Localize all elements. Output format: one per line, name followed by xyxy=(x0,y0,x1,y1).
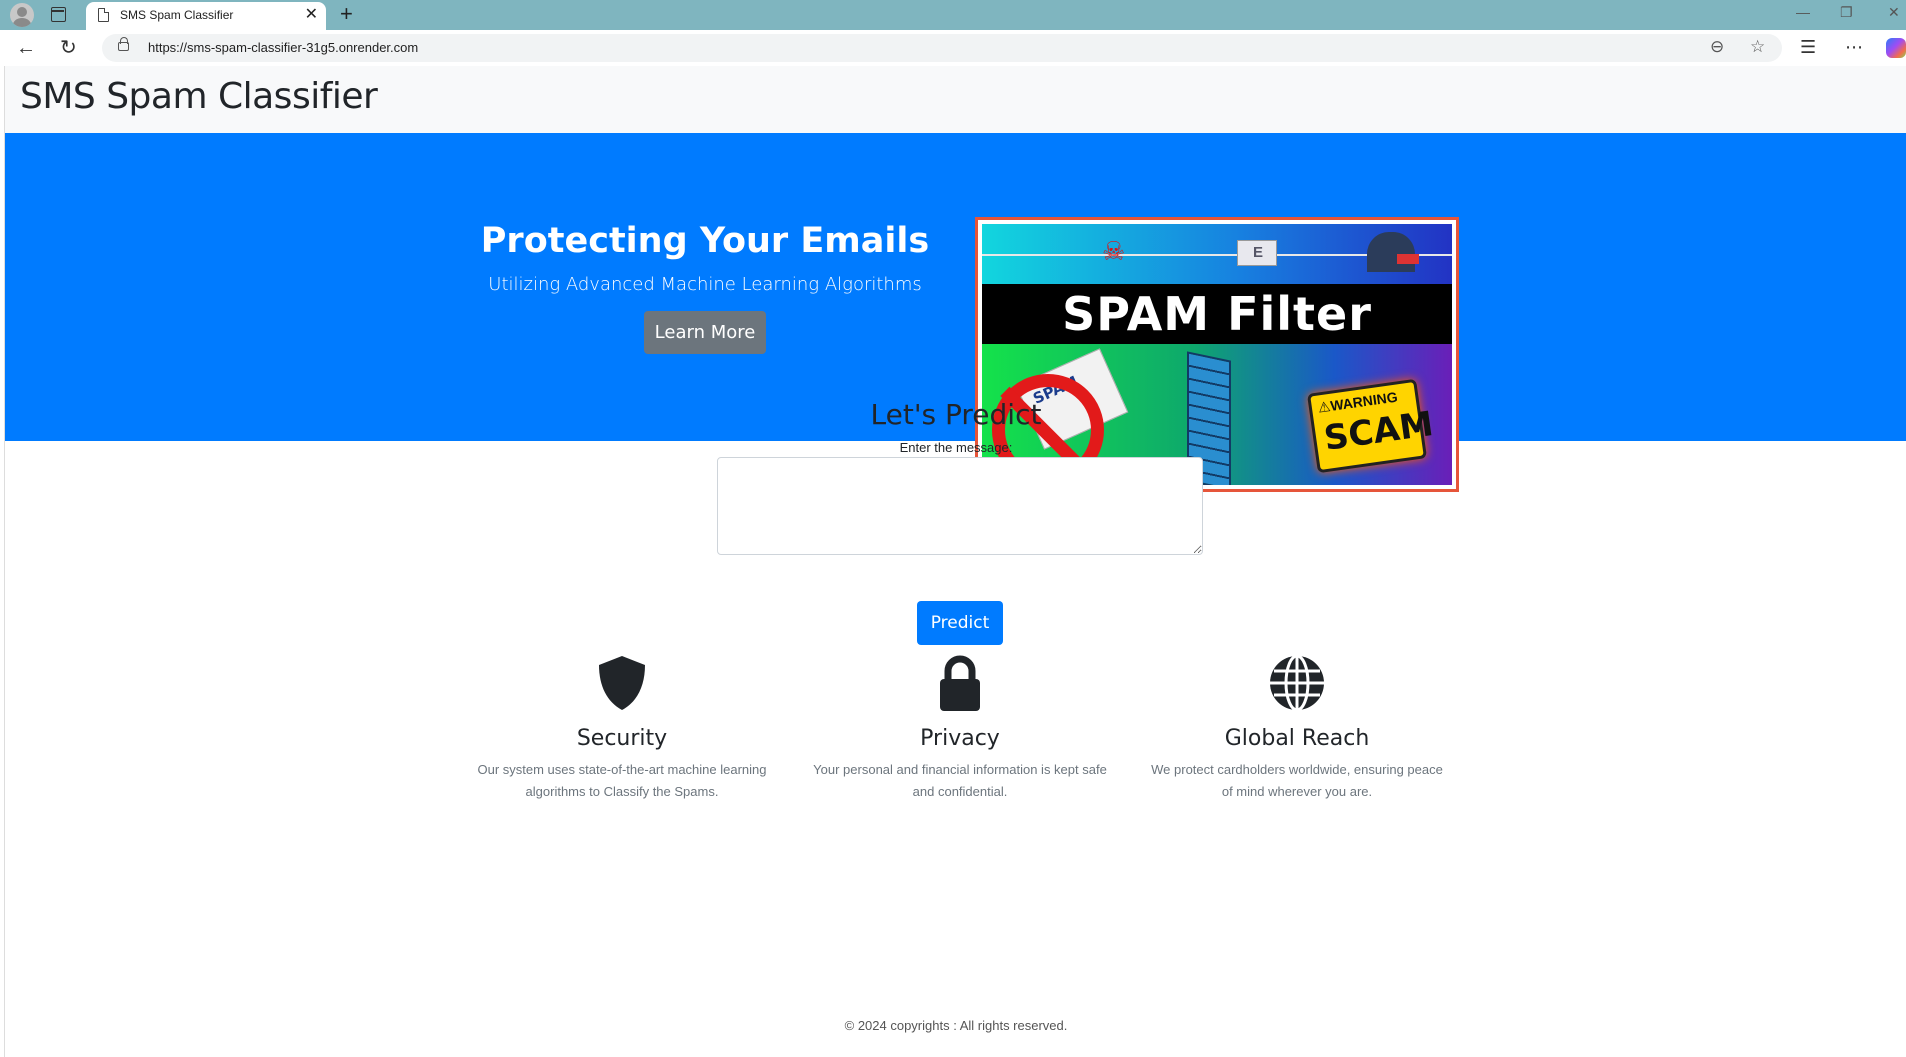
shield-icon xyxy=(593,654,651,712)
copilot-icon[interactable] xyxy=(1886,38,1906,58)
feature-description: We protect cardholders worldwide, ensuri… xyxy=(1151,762,1443,799)
lock-icon xyxy=(931,654,989,712)
tab-title: SMS Spam Classifier xyxy=(120,8,234,22)
image-banner-text: SPAM Filter xyxy=(1062,287,1372,341)
image-banner: SPAM Filter xyxy=(982,284,1452,344)
web-page: SMS Spam Classifier Protecting Your Emai… xyxy=(4,66,1906,1057)
message-label: Enter the message: xyxy=(899,440,1013,455)
favorite-star-icon[interactable]: ☆ xyxy=(1750,37,1765,57)
address-bar[interactable]: https://sms-spam-classifier-31g5.onrende… xyxy=(102,34,1782,62)
skull-icon: ☠ xyxy=(1102,236,1126,266)
feature-title: Global Reach xyxy=(1224,726,1370,751)
envelope-icon xyxy=(1237,240,1277,266)
hero-title: Protecting Your Emails xyxy=(480,221,930,261)
restore-icon[interactable]: ❐ xyxy=(1840,4,1853,21)
browser-tab-active[interactable]: SMS Spam Classifier ✕ xyxy=(86,2,326,30)
zoom-out-icon[interactable]: ⊖ xyxy=(1710,37,1724,57)
page-icon xyxy=(98,8,109,22)
tab-close-icon[interactable]: ✕ xyxy=(305,5,318,25)
favorites-list-icon[interactable]: ☰ xyxy=(1800,37,1816,58)
more-menu-icon[interactable]: ⋯ xyxy=(1845,37,1863,58)
workspaces-icon[interactable] xyxy=(51,7,66,22)
feature-privacy: Privacy Your personal and financial info… xyxy=(810,654,1110,803)
browser-toolbar: ← ↻ https://sms-spam-classifier-31g5.onr… xyxy=(0,30,1906,66)
hero-subtitle: Utilizing Advanced Machine Learning Algo… xyxy=(488,274,922,295)
globe-icon xyxy=(1268,654,1326,712)
footer-copyright: © 2024 copyrights : All rights reserved. xyxy=(844,1018,1068,1033)
navbar: SMS Spam Classifier xyxy=(5,66,1906,133)
feature-global-reach: Global Reach We protect cardholders worl… xyxy=(1147,654,1447,803)
mailbox-icon xyxy=(1367,232,1419,272)
feature-description: Our system uses state-of-the-art machine… xyxy=(477,762,767,799)
refresh-icon[interactable]: ↻ xyxy=(60,37,77,59)
message-textarea[interactable] xyxy=(717,457,1203,555)
brand-title[interactable]: SMS Spam Classifier xyxy=(20,76,378,117)
back-icon[interactable]: ← xyxy=(16,37,36,59)
predict-button[interactable]: Predict xyxy=(917,601,1003,645)
url-text[interactable]: https://sms-spam-classifier-31g5.onrende… xyxy=(148,40,418,55)
predict-heading: Let's Predict xyxy=(870,398,1042,431)
feature-title: Privacy xyxy=(920,726,1000,751)
window-close-icon[interactable]: ✕ xyxy=(1888,4,1900,21)
feature-description: Your personal and financial information … xyxy=(813,762,1107,799)
profile-avatar-icon[interactable] xyxy=(10,3,34,27)
browser-tab-strip: SMS Spam Classifier ✕ + — ❐ ✕ xyxy=(0,0,1906,30)
minimize-icon[interactable]: — xyxy=(1796,4,1810,20)
new-tab-icon[interactable]: + xyxy=(340,1,353,27)
hero-section: Protecting Your Emails Utilizing Advance… xyxy=(5,133,1906,492)
learn-more-button[interactable]: Learn More xyxy=(644,311,766,354)
lock-icon[interactable] xyxy=(118,37,129,51)
feature-security: Security Our system uses state-of-the-ar… xyxy=(472,654,772,803)
image-top-strip: ☠ xyxy=(982,224,1452,284)
feature-title: Security xyxy=(576,726,668,751)
